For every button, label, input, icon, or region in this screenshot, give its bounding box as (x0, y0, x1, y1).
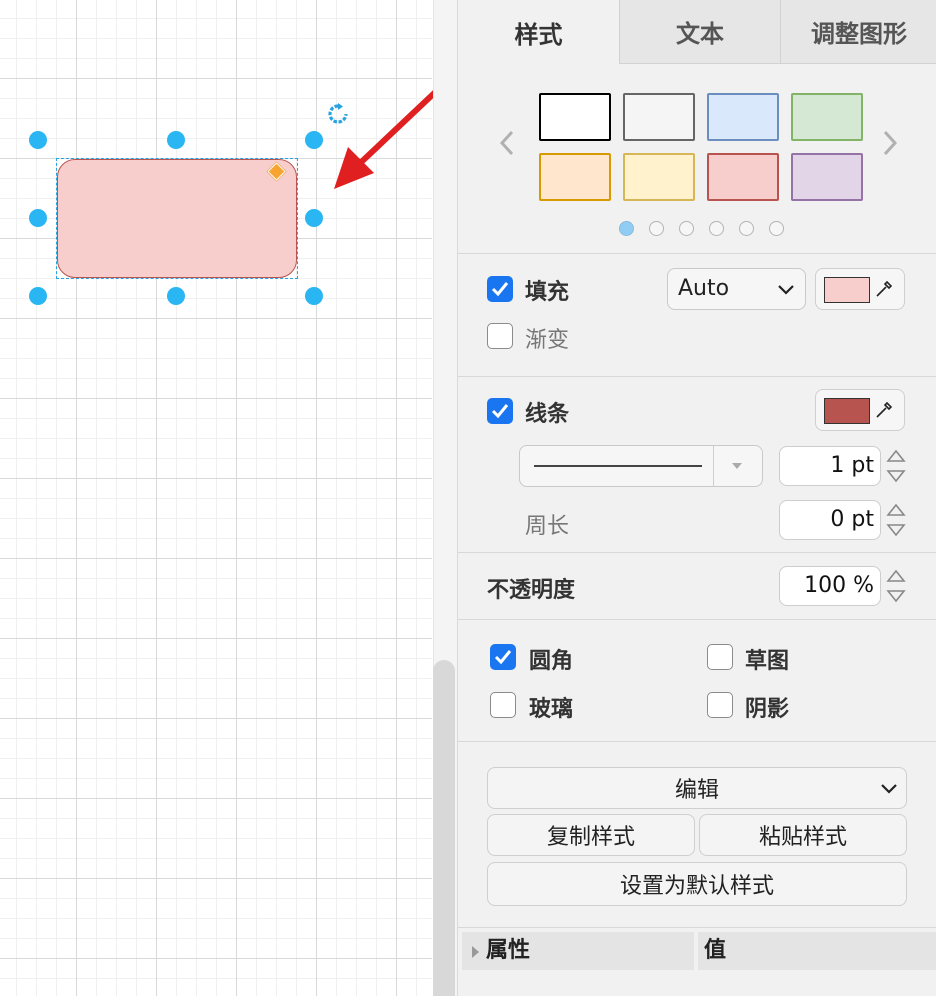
opacity-label: 不透明度 (487, 578, 576, 603)
checkmark-icon (491, 404, 509, 419)
solid-line-pattern (534, 465, 702, 467)
line-width-stepper-icon[interactable] (885, 446, 907, 486)
gradient-checkbox[interactable] (487, 323, 513, 349)
properties-table-header[interactable]: 属性 值 (462, 932, 936, 970)
perimeter-input[interactable]: 0 pt (779, 500, 881, 540)
line-pattern-select[interactable] (519, 445, 763, 487)
tab-arrange[interactable]: 调整图形 (781, 0, 936, 64)
opacity-stepper-icon[interactable] (885, 566, 907, 606)
chevron-down-icon (778, 285, 794, 295)
glass-checkbox[interactable] (490, 692, 516, 718)
edit-style-dropdown[interactable]: 编辑 (487, 767, 907, 809)
divider (458, 927, 936, 928)
tab-style[interactable]: 样式 (458, 0, 620, 64)
paste-style-label: 粘贴样式 (758, 825, 847, 850)
resize-handle-bottom-left[interactable] (29, 287, 47, 305)
copy-style-button[interactable]: 复制样式 (487, 814, 695, 856)
line-color-button[interactable] (815, 389, 905, 431)
resize-handle-bottom-right[interactable] (305, 287, 323, 305)
set-default-style-button[interactable]: 设置为默认样式 (487, 862, 907, 906)
chevron-right-icon[interactable] (880, 128, 900, 158)
divider (458, 552, 936, 553)
fill-checkbox[interactable] (487, 276, 513, 302)
shadow-checkbox[interactable] (707, 692, 733, 718)
swatch-page-dot[interactable] (769, 221, 784, 236)
properties-name-header[interactable]: 属性 (462, 932, 694, 970)
line-width-input[interactable]: 1 pt (779, 446, 881, 486)
properties-value-header: 值 (698, 932, 936, 970)
chevron-left-icon[interactable] (497, 128, 517, 158)
fill-color-button[interactable] (815, 268, 905, 310)
tab-text[interactable]: 文本 (620, 0, 781, 64)
edit-style-label: 编辑 (674, 778, 719, 803)
fill-mode-value: Auto (678, 276, 730, 301)
glass-label: 玻璃 (529, 697, 574, 722)
format-tabs: 样式 文本 调整图形 (458, 0, 936, 64)
style-swatch-purple[interactable] (791, 153, 863, 201)
line-label: 线条 (525, 402, 570, 427)
line-checkbox[interactable] (487, 398, 513, 424)
style-swatch-gray[interactable] (623, 93, 695, 141)
sketch-checkbox[interactable] (707, 644, 733, 670)
rounded-label: 圆角 (529, 649, 574, 674)
resize-handle-top[interactable] (167, 131, 185, 149)
properties-name-label: 属性 (486, 938, 531, 963)
swatch-page-dot[interactable] (709, 221, 724, 236)
line-color-chip (824, 398, 870, 424)
style-swatch-blue[interactable] (707, 93, 779, 141)
properties-value-label: 值 (704, 938, 727, 963)
swatch-page-dot[interactable] (649, 221, 664, 236)
style-swatch-yellow[interactable] (623, 153, 695, 201)
shadow-label: 阴影 (745, 697, 790, 722)
format-panel: 样式 文本 调整图形 填充 Auto 渐变 线条 1 pt 周长 0 pt 不透… (457, 0, 936, 996)
tab-style-label: 样式 (514, 20, 563, 49)
perimeter-label: 周长 (525, 514, 570, 539)
divider (458, 253, 936, 254)
opacity-input[interactable]: 100 % (779, 566, 881, 606)
style-swatch-red[interactable] (707, 153, 779, 201)
eyedropper-icon (876, 280, 893, 297)
tab-text-label: 文本 (676, 20, 724, 48)
paste-style-button[interactable]: 粘贴样式 (699, 814, 907, 856)
style-swatch-green[interactable] (791, 93, 863, 141)
canvas-scrollbar-thumb[interactable] (433, 660, 455, 996)
caret-down-icon (732, 463, 742, 469)
checkmark-icon (491, 282, 509, 297)
fill-color-chip (824, 277, 870, 303)
copy-style-label: 复制样式 (546, 825, 635, 850)
style-swatch-white[interactable] (539, 93, 611, 141)
swatch-page-dot[interactable] (739, 221, 754, 236)
resize-handle-right[interactable] (305, 209, 323, 227)
rounded-rectangle-shape[interactable] (57, 159, 297, 278)
divider (458, 376, 936, 377)
tab-arrange-label: 调整图形 (811, 20, 907, 48)
style-swatch-orange[interactable] (539, 153, 611, 201)
eyedropper-icon (876, 401, 893, 418)
divider (713, 446, 714, 486)
chevron-down-icon (881, 784, 897, 794)
fill-label: 填充 (525, 280, 570, 305)
divider (458, 741, 936, 742)
checkmark-icon (494, 650, 512, 665)
gradient-label: 渐变 (525, 328, 570, 353)
resize-handle-bottom[interactable] (167, 287, 185, 305)
perimeter-stepper-icon[interactable] (885, 500, 907, 540)
rounded-checkbox[interactable] (490, 644, 516, 670)
resize-handle-left[interactable] (29, 209, 47, 227)
divider (458, 619, 936, 620)
swatch-page-dot[interactable] (619, 221, 634, 236)
sketch-label: 草图 (745, 649, 790, 674)
caret-right-icon (472, 946, 479, 958)
swatch-page-dot[interactable] (679, 221, 694, 236)
resize-handle-top-left[interactable] (29, 131, 47, 149)
set-default-style-label: 设置为默认样式 (619, 874, 774, 899)
fill-mode-select[interactable]: Auto (667, 268, 806, 310)
